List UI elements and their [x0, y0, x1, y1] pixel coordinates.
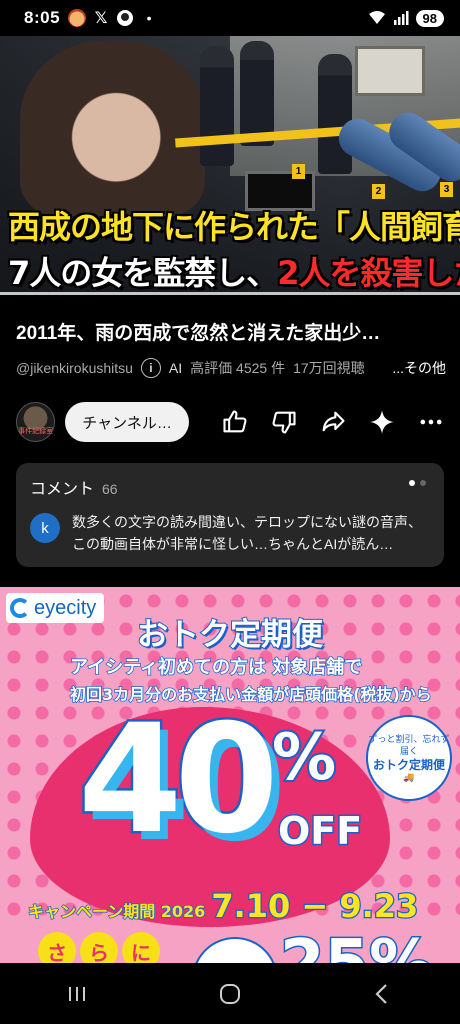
sarani-char: に	[122, 932, 160, 963]
thumbs-down-icon	[272, 411, 296, 434]
x-logo-icon: 𝕏	[94, 10, 108, 27]
comments-label: コメント	[30, 481, 95, 498]
recents-button[interactable]	[47, 969, 107, 1019]
ask-ai-button[interactable]	[358, 400, 407, 444]
status-time: 8:05	[24, 8, 61, 27]
badge-main-text: おトク定期便	[372, 758, 445, 772]
thumbnail-window	[355, 46, 425, 96]
comment-text: 数多くの文字の読み間違い、テロップにない謎の音声、この動画自体が非常に怪しい…ち…	[72, 514, 422, 552]
status-bar: 8:05 𝕏 • 98	[0, 0, 460, 36]
ad-off-text: OFF	[276, 808, 363, 855]
thumbnail-officer	[318, 54, 352, 174]
like-button[interactable]	[211, 400, 260, 444]
home-icon	[219, 983, 240, 1004]
ad-percent-sign: %	[270, 719, 338, 797]
back-button[interactable]	[353, 969, 413, 1019]
campaign-label: キャンペーン期間 2026	[27, 901, 206, 922]
back-icon	[375, 983, 388, 1004]
ad-banner[interactable]: eyecity おトク定期便 アイシティ初めての方は 対象店舗で 初回3カ月分の…	[0, 587, 460, 963]
badge-small-text: ずっと割引、忘れず届く	[368, 734, 450, 756]
truck-icon: 🚚	[403, 772, 415, 782]
comments-count: 66	[102, 481, 118, 497]
ad-subline-1: アイシティ初めての方は 対象店舗で	[69, 656, 363, 679]
ad-bottom-percent: 25%	[278, 931, 434, 964]
ad-sarani: さ ら に	[38, 932, 160, 963]
commenter-avatar: k	[30, 513, 60, 543]
thumbnail-officer	[200, 46, 234, 166]
ai-label: AI	[168, 360, 183, 376]
sparkle-icon	[370, 410, 395, 434]
profile-icon	[116, 9, 134, 27]
thumbnail-line-2-red: 2人を殺害した	[276, 253, 460, 292]
ad-campaign: キャンペーン期間 2026 7.10 − 9.23	[27, 886, 420, 927]
channel-handle[interactable]: @jikenkirokushitsu	[16, 360, 133, 376]
progress-bar[interactable]	[0, 292, 460, 295]
thumbnail-evidence-marker: 1	[292, 164, 305, 179]
video-thumbnail[interactable]: 1 2 3 西成の地下に作られた「人間飼育場」 7人の女を監禁し、2人を殺害した	[0, 36, 460, 292]
ad-headline: おトク定期便	[136, 616, 324, 654]
channel-avatar[interactable]: 事件記録室	[16, 402, 56, 442]
comments-pager	[409, 480, 426, 486]
thumbnail-caption: 西成の地下に作られた「人間飼育場」 7人の女を監禁し、2人を殺害した	[0, 200, 460, 292]
dislike-button[interactable]	[260, 400, 309, 444]
thumbnail-girl-image	[20, 41, 205, 216]
thumbnail-evidence-marker: 2	[372, 184, 385, 199]
action-row: 事件記録室 チャンネル…	[16, 400, 456, 444]
thumbnail-line-2-prefix: 7人の女を監禁し、	[7, 253, 279, 292]
battery-indicator: 98	[415, 9, 444, 27]
wifi-icon	[368, 9, 386, 27]
views-count: 17万回視聴	[293, 360, 365, 376]
sarani-char: さ	[38, 932, 76, 963]
ad-badge: ずっと割引、忘れず届く おトク定期便 🚚	[366, 715, 452, 801]
video-title[interactable]: 2011年、雨の西成で忽然と消えた家出少…	[16, 318, 444, 345]
notification-dot: •	[146, 10, 152, 26]
more-link[interactable]: ...その他	[392, 358, 446, 378]
share-icon	[323, 411, 345, 432]
recents-icon	[68, 986, 85, 1001]
signal-icon	[392, 9, 410, 27]
thumbnail-line-1: 西成の地下に作られた「人間飼育場」	[7, 207, 460, 247]
notification-face-icon	[68, 9, 87, 27]
more-horizontal-icon	[420, 419, 442, 425]
ad-discount-number: 40	[76, 693, 282, 867]
more-actions-button[interactable]	[407, 400, 456, 444]
channel-button[interactable]: チャンネル…	[65, 402, 189, 442]
thumbnail-evidence-marker: 3	[440, 182, 453, 197]
thumbs-up-icon	[223, 410, 247, 433]
likes-count: 高評価 4525 件	[190, 360, 286, 376]
video-meta[interactable]: @jikenkirokushitsu i AI 高評価 4525 件 17万回視…	[16, 358, 446, 378]
comments-panel[interactable]: コメント 66 k 数多くの文字の読み間違い、テロップにない謎の音声、この動画自…	[16, 463, 444, 567]
system-nav-bar	[0, 963, 460, 1024]
sarani-char: ら	[80, 932, 118, 963]
thumbnail-line-2: 7人の女を監禁し、2人を殺害した	[7, 248, 460, 292]
thumbnail-officer	[240, 41, 274, 146]
channel-avatar-text: 事件記録室	[18, 428, 54, 435]
home-button[interactable]	[200, 969, 260, 1019]
info-icon[interactable]: i	[140, 358, 161, 378]
campaign-dates: 7.10 − 9.23	[210, 886, 420, 927]
share-button[interactable]	[309, 400, 358, 444]
